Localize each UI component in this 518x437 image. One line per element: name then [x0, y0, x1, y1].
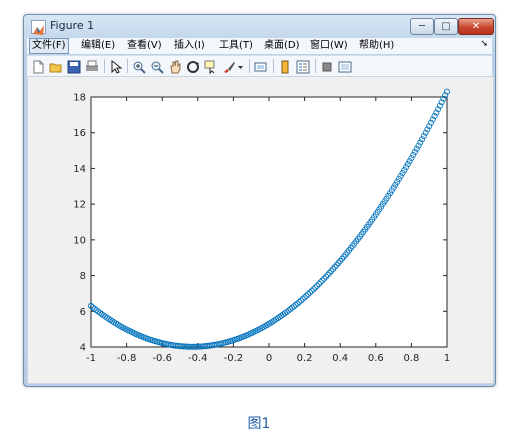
menu-window[interactable]: 窗口(W) [308, 39, 350, 53]
menu-desktop[interactable]: 桌面(D) [262, 39, 302, 53]
x-tick-label: -0.6 [152, 353, 172, 364]
toolbar-separator [249, 59, 250, 73]
insert-legend-icon[interactable] [296, 59, 310, 74]
x-tick-label: -1 [86, 353, 96, 364]
menu-bar: 文件(F) 编辑(E) 查看(V) 插入(I) 工具(T) 桌面(D) 窗口(W… [27, 38, 492, 54]
toolbar-separator [127, 59, 128, 73]
x-tick-label: -0.8 [117, 353, 137, 364]
y-tick-label: 4 [80, 343, 86, 354]
close-icon: ✕ [471, 21, 481, 32]
toolbar-separator [104, 59, 105, 73]
window-title: Figure 1 [50, 19, 95, 32]
x-tick-label: 0.8 [403, 353, 419, 364]
insert-colorbar-icon[interactable] [278, 59, 292, 74]
minimize-button[interactable]: ─ [410, 18, 434, 35]
toolbar-separator [273, 59, 274, 73]
print-icon[interactable] [85, 59, 99, 73]
x-tick-label: -0.4 [188, 353, 208, 364]
close-button[interactable]: ✕ [458, 18, 494, 35]
brush-dropdown-icon[interactable] [237, 59, 245, 73]
hide-plot-tools-icon[interactable] [320, 59, 334, 73]
rotate-3d-icon[interactable] [186, 59, 200, 73]
edit-plot-arrow-icon[interactable] [109, 59, 123, 74]
y-tick-label: 8 [80, 271, 86, 282]
x-tick-label: 0.6 [368, 353, 384, 364]
scatter-plot[interactable]: -1 -0.8 -0.6 -0.4 -0.2 0 0.2 0.4 0.6 0.8 146810121… [28, 77, 493, 383]
figure-canvas[interactable]: -1 -0.8 -0.6 -0.4 -0.2 0 0.2 0.4 0.6 0.8 1 4 6 8 10 12 1… [27, 76, 494, 384]
x-tick-label: 0.2 [297, 353, 313, 364]
x-tick-label: 0 [266, 353, 272, 364]
menu-tools[interactable]: 工具(T) [217, 39, 255, 53]
x-tick-label: 0.4 [332, 353, 348, 364]
x-tick-label: 1 [444, 353, 450, 364]
y-tick-label: 18 [73, 93, 86, 104]
toolbar-separator [315, 59, 316, 73]
show-plot-tools-icon[interactable] [338, 59, 352, 73]
menu-view[interactable]: 查看(V) [125, 39, 164, 53]
figure-window: Figure 1 ─ □ ✕ 文件(F) 编辑(E) 查看(V) 插入(I) 工… [23, 14, 496, 387]
maximize-button[interactable]: □ [434, 18, 458, 35]
y-tick-label: 6 [80, 307, 86, 318]
matlab-logo-icon [31, 20, 46, 35]
y-tick-label: 10 [73, 235, 86, 246]
menu-overflow-icon[interactable]: ➘ [480, 39, 488, 49]
y-tick-label: 12 [73, 200, 86, 211]
axes-box [90, 96, 448, 348]
data-cursor-icon[interactable] [204, 59, 218, 75]
figure-toolbar [27, 55, 492, 76]
x-tick-label: -0.2 [224, 353, 244, 364]
maximize-icon: □ [441, 21, 451, 32]
menu-help[interactable]: 帮助(H) [357, 39, 396, 53]
open-file-icon[interactable] [49, 59, 63, 73]
zoom-out-icon[interactable] [150, 59, 164, 74]
pan-hand-icon[interactable] [168, 59, 182, 74]
menu-insert[interactable]: 插入(I) [172, 39, 207, 53]
link-plot-icon[interactable] [254, 59, 268, 73]
brush-icon[interactable] [222, 59, 236, 73]
menu-edit[interactable]: 编辑(E) [79, 39, 117, 53]
menu-file[interactable]: 文件(F) [29, 38, 69, 54]
save-icon[interactable] [67, 59, 81, 74]
minimize-icon: ─ [418, 21, 426, 32]
zoom-in-icon[interactable] [132, 59, 146, 74]
y-tick-label: 14 [73, 164, 86, 175]
new-figure-icon[interactable] [31, 59, 45, 74]
y-tick-label: 16 [73, 128, 86, 139]
figure-caption: 图1 [247, 416, 271, 432]
title-bar[interactable]: Figure 1 ─ □ ✕ [24, 15, 495, 37]
